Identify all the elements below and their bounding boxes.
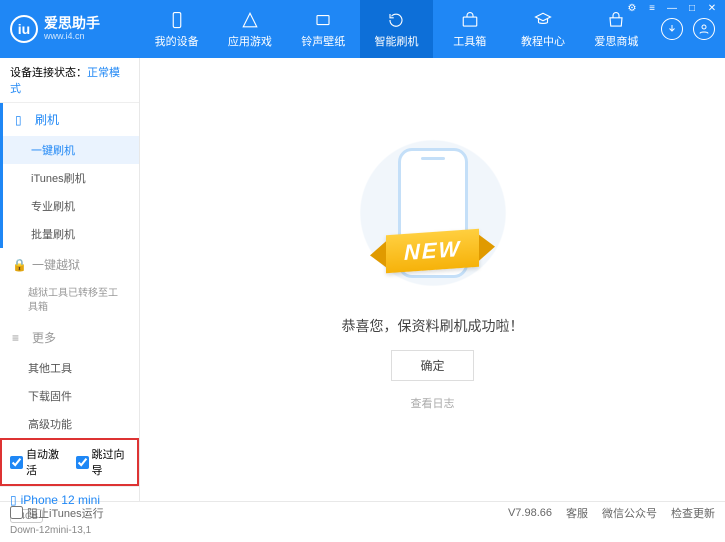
wechat-link[interactable]: 微信公众号 (602, 505, 657, 521)
main-nav: 我的设备 应用游戏 铃声壁纸 智能刷机 工具箱 教程中心 爱思商城 (140, 0, 653, 58)
minimize-icon[interactable]: — (665, 3, 679, 14)
sidebar-head-label: 刷机 (35, 111, 59, 128)
menu-icon[interactable]: ≡ (645, 3, 659, 14)
sidebar-item-oneclick[interactable]: 一键刷机 (3, 136, 139, 164)
nav-label: 爱思商城 (594, 33, 638, 49)
maximize-icon[interactable]: □ (685, 3, 699, 14)
user-button[interactable] (693, 18, 715, 40)
version-text: V7.98.66 (508, 507, 552, 519)
sidebar-jailbreak-head[interactable]: 🔒 一键越狱 (0, 248, 139, 281)
store-icon (606, 10, 626, 30)
confirm-button[interactable]: 确定 (391, 350, 473, 381)
cb-label: 阻止iTunes运行 (27, 505, 104, 521)
nav-label: 工具箱 (453, 33, 486, 49)
nav-label: 铃声壁纸 (301, 33, 345, 49)
download-button[interactable] (661, 18, 683, 40)
sidebar-item-other[interactable]: 其他工具 (0, 354, 139, 382)
check-update-link[interactable]: 检查更新 (671, 505, 715, 521)
main-content: NEW 恭喜您，保资料刷机成功啦！ 确定 查看日志 (140, 58, 725, 501)
nav-label: 我的设备 (155, 33, 199, 49)
more-icon: ≡ (12, 331, 26, 345)
tutorial-icon (533, 10, 553, 30)
nav-apps[interactable]: 应用游戏 (213, 0, 286, 58)
phone-icon: ▯ (15, 113, 29, 127)
view-log-link[interactable]: 查看日志 (411, 395, 455, 411)
connection-status: 设备连接状态：正常模式 (0, 58, 139, 103)
device-icon (167, 10, 187, 30)
skip-guide-checkbox[interactable]: 跳过向导 (76, 446, 130, 478)
device-sub: Down-12mini-13,1 (10, 525, 129, 536)
window-controls: ⚙ ≡ — □ ✕ (625, 3, 719, 14)
nav-label: 教程中心 (521, 33, 565, 49)
status-label: 设备连接状态： (10, 67, 87, 79)
sidebar-item-firmware[interactable]: 下载固件 (0, 382, 139, 410)
sidebar-flash-head[interactable]: ▯ 刷机 (3, 103, 139, 136)
success-illustration: NEW (348, 128, 518, 298)
auto-activate-checkbox[interactable]: 自动激活 (10, 446, 64, 478)
success-message: 恭喜您，保资料刷机成功啦！ (342, 316, 524, 336)
nav-ringtones[interactable]: 铃声壁纸 (287, 0, 360, 58)
jailbreak-note: 越狱工具已转移至工具箱 (0, 281, 139, 321)
sidebar-more-head[interactable]: ≡ 更多 (0, 321, 139, 354)
sidebar: 设备连接状态：正常模式 ▯ 刷机 一键刷机 iTunes刷机 专业刷机 批量刷机… (0, 58, 140, 501)
lock-icon: 🔒 (12, 258, 26, 272)
sidebar-head-label: 更多 (32, 329, 56, 346)
nav-toolbox[interactable]: 工具箱 (433, 0, 506, 58)
sidebar-item-itunes[interactable]: iTunes刷机 (3, 164, 139, 192)
nav-label: 应用游戏 (228, 33, 272, 49)
cb-label: 自动激活 (26, 446, 64, 478)
customer-service-link[interactable]: 客服 (566, 505, 588, 521)
logo-url: www.i4.cn (44, 32, 100, 42)
sidebar-item-pro[interactable]: 专业刷机 (3, 192, 139, 220)
block-itunes-checkbox[interactable]: 阻止iTunes运行 (10, 505, 104, 521)
sidebar-head-label: 一键越狱 (32, 256, 80, 273)
new-badge: NEW (386, 229, 479, 274)
sidebar-item-advanced[interactable]: 高级功能 (0, 410, 139, 438)
nav-tutorials[interactable]: 教程中心 (506, 0, 579, 58)
close-icon[interactable]: ✕ (705, 3, 719, 14)
nav-flash[interactable]: 智能刷机 (360, 0, 433, 58)
wallpaper-icon (313, 10, 333, 30)
header-actions (653, 18, 715, 40)
sidebar-item-batch[interactable]: 批量刷机 (3, 220, 139, 248)
logo-icon: iu (10, 15, 38, 43)
options-box: 自动激活 跳过向导 (0, 438, 139, 486)
cb-label: 跳过向导 (92, 446, 130, 478)
toolbox-icon (460, 10, 480, 30)
nav-my-device[interactable]: 我的设备 (140, 0, 213, 58)
apps-icon (240, 10, 260, 30)
logo[interactable]: iu 爱思助手 www.i4.cn (10, 15, 140, 43)
app-header: ⚙ ≡ — □ ✕ iu 爱思助手 www.i4.cn 我的设备 应用游戏 铃声… (0, 0, 725, 58)
flash-icon (386, 10, 406, 30)
settings-icon[interactable]: ⚙ (625, 3, 639, 14)
logo-title: 爱思助手 (44, 16, 100, 31)
nav-label: 智能刷机 (374, 33, 418, 49)
